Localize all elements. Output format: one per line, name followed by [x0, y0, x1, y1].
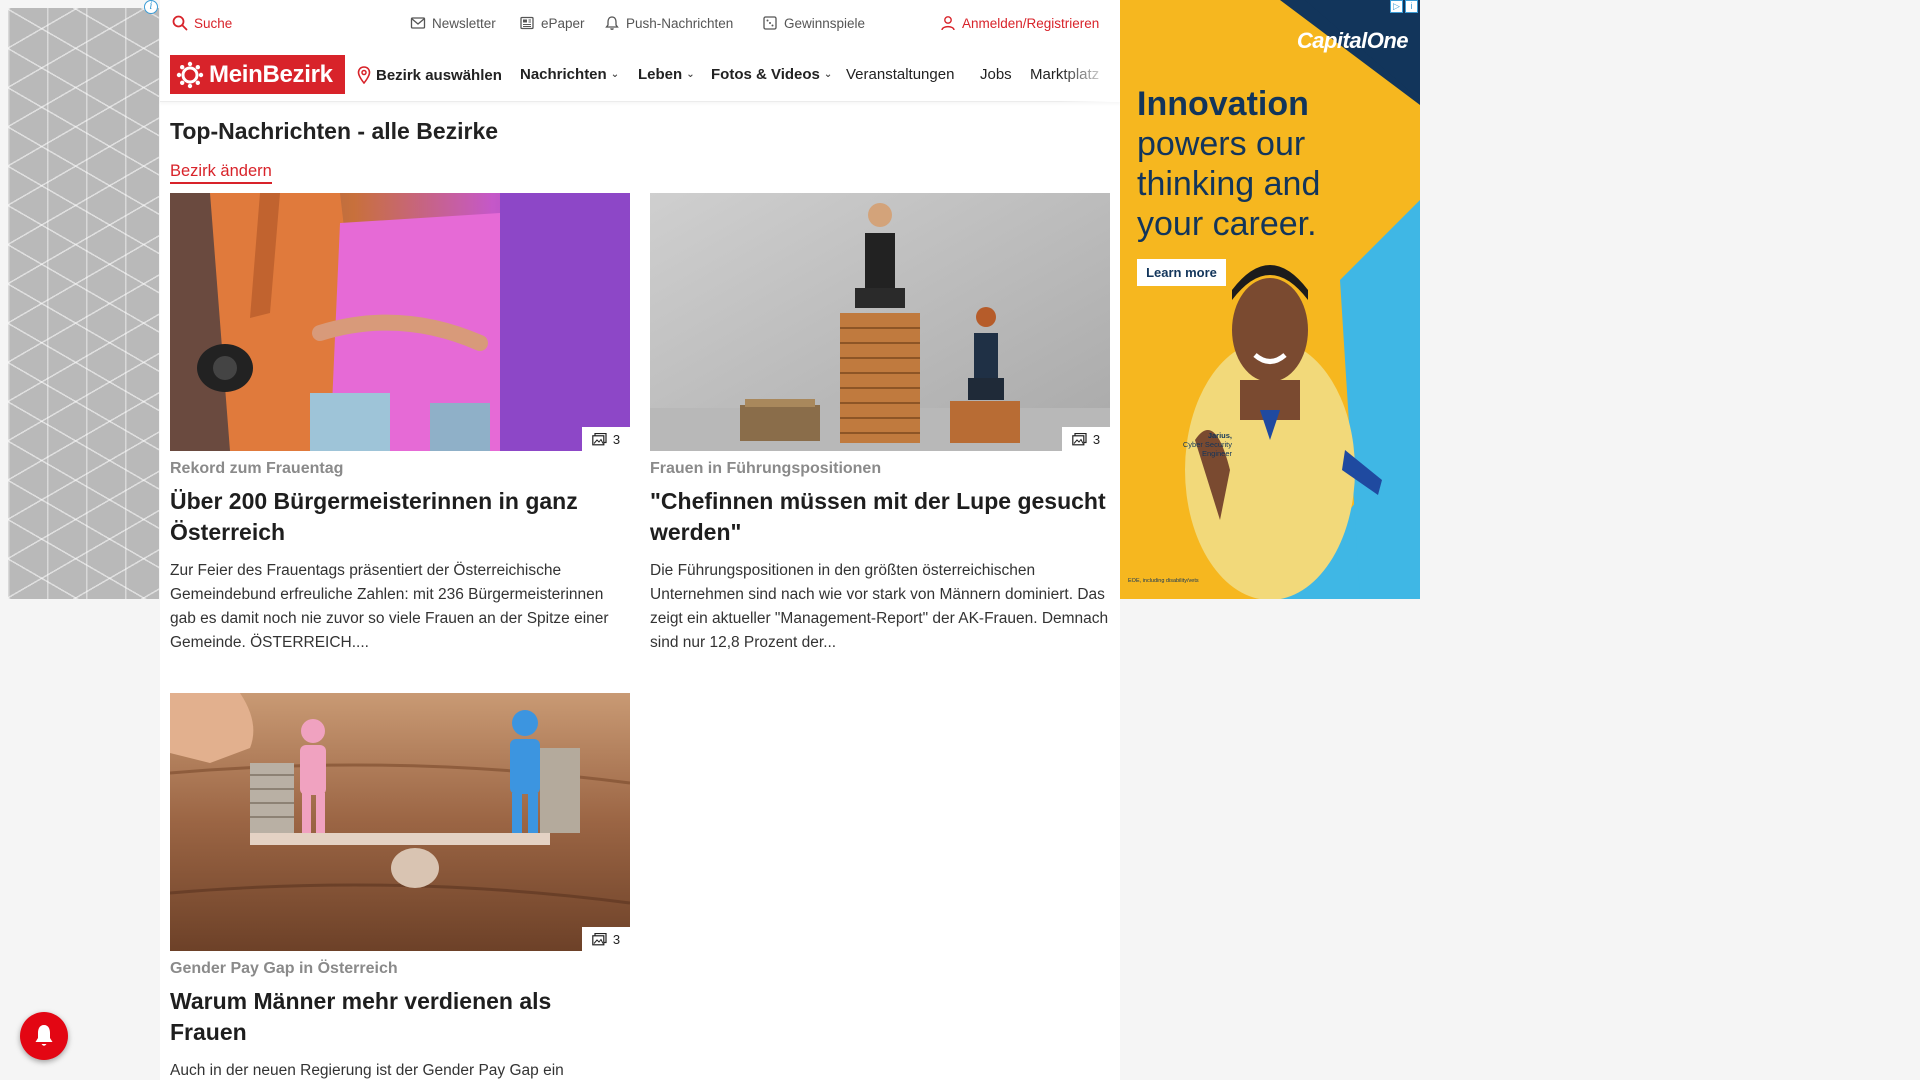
nav-label: Veranstaltungen: [846, 66, 955, 83]
article-image-coin-stacks[interactable]: 3: [650, 193, 1110, 451]
nav-item-leben[interactable]: Leben ⌄: [638, 66, 695, 83]
mail-icon: [410, 17, 426, 29]
article-card[interactable]: 3 Gender Pay Gap in Österreich Warum Män…: [170, 693, 630, 1080]
nav-item-veranstaltungen[interactable]: Veranstaltungen: [846, 66, 954, 83]
gewinnspiele-link[interactable]: Gewinnspiele: [762, 15, 865, 31]
article-photo: [170, 693, 630, 951]
article-kicker: Rekord zum Frauentag: [170, 460, 344, 477]
bell-icon: [35, 1025, 53, 1046]
nav-overflow-fade: [1060, 46, 1120, 102]
ad-person-caption: Jarius, Cyber Security Engineer: [1152, 431, 1232, 458]
newsletter-link[interactable]: Newsletter: [410, 15, 496, 31]
epaper-link[interactable]: ePaper: [519, 15, 585, 31]
chevron-down-icon: ⌄: [686, 69, 695, 80]
ad-headline-bold: Innovation: [1137, 85, 1309, 123]
article-kicker: Gender Pay Gap in Österreich: [170, 960, 398, 977]
article-image-seesaw[interactable]: 3: [170, 693, 630, 951]
article-photo: [650, 193, 1110, 451]
left-skyscraper-ad[interactable]: [8, 8, 159, 599]
nav-item-jobs[interactable]: Jobs: [980, 66, 1012, 83]
article-headline[interactable]: Über 200 Bürgermeisterinnen in ganz Öste…: [170, 486, 630, 548]
chevron-down-icon: ⌄: [610, 69, 620, 80]
meinbezirk-logo[interactable]: MeinBezirk: [170, 55, 345, 94]
gallery-icon: [1072, 432, 1087, 445]
ad-headline: Innovation powers our thinking and your …: [1137, 84, 1377, 244]
location-pin-icon: [357, 66, 371, 84]
login-label: Anmelden/Registrieren: [962, 15, 1100, 31]
chevron-down-icon: ⌄: [823, 69, 833, 80]
article-image-women-hug[interactable]: 3: [170, 193, 630, 451]
article-teaser: Auch in der neuen Regierung ist der Gend…: [170, 1062, 564, 1079]
push-notifications-link[interactable]: Push-Nachrichten: [604, 15, 733, 31]
change-district-link[interactable]: Bezirk ändern: [170, 162, 272, 184]
gallery-icon: [592, 432, 607, 445]
ad-person-role: Cyber Security Engineer: [1182, 440, 1232, 458]
ad-disclaimer: EOE, including disability/vets: [1128, 578, 1199, 584]
article-teaser: Die Führungspositionen in den größten ös…: [650, 562, 1109, 651]
photo-count-badge: 3: [582, 427, 630, 451]
nav-label: Nachrichten: [520, 66, 607, 83]
nav-label: Leben: [638, 66, 683, 83]
notification-bell-button[interactable]: [20, 1012, 68, 1060]
nav-label: Jobs: [980, 66, 1012, 83]
login-link[interactable]: Anmelden/Registrieren: [940, 15, 1099, 31]
push-label: Push-Nachrichten: [626, 15, 734, 31]
nav-item-nachrichten[interactable]: Nachrichten ⌄: [520, 66, 619, 83]
info-icon: i: [1405, 0, 1418, 13]
main-navigation: MeinBezirk Bezirk auswählen Nachrichten …: [160, 46, 1120, 102]
article-headline[interactable]: Warum Männer mehr verdienen als Frauen: [170, 986, 630, 1048]
capital-one-ad[interactable]: ▷ i CapitalOne Innovation powers our thi…: [1120, 0, 1420, 599]
page-title: Top-Nachrichten - alle Bezirke: [170, 118, 499, 144]
article-headline[interactable]: "Chefinnen müssen mit der Lupe gesucht w…: [650, 486, 1110, 548]
photo-count: 3: [1092, 431, 1101, 447]
ad-play-icon: ▷: [1390, 0, 1403, 13]
photo-count-badge: 3: [1062, 427, 1110, 451]
bell-icon: [605, 16, 619, 30]
article-card[interactable]: 3 Frauen in Führungspositionen "Chefinne…: [650, 193, 1110, 655]
article-card[interactable]: 3 Rekord zum Frauentag Über 200 Bürgerme…: [170, 193, 630, 655]
photo-count-badge: 3: [582, 927, 630, 951]
ad-learn-more-button[interactable]: Learn more: [1137, 259, 1226, 286]
article-photo: [170, 193, 630, 451]
ad-info-icon[interactable]: i: [144, 0, 158, 14]
ad-person-name: Jarius,: [1207, 431, 1232, 440]
photo-count: 3: [612, 931, 621, 947]
newspaper-icon: [520, 16, 534, 30]
ad-brand-logo: CapitalOne: [1296, 28, 1409, 53]
search-icon: [172, 15, 188, 31]
ad-headline-rest: powers our thinking and your career.: [1137, 125, 1321, 243]
utility-bar: Suche Newsletter ePaper Push-Nachrichten…: [160, 0, 1120, 46]
search-label: Suche: [194, 15, 233, 31]
article-kicker: Frauen in Führungspositionen: [650, 460, 882, 477]
adchoices-icon[interactable]: ▷ i: [1390, 0, 1418, 13]
search-link[interactable]: Suche: [172, 15, 232, 31]
photo-count: 3: [612, 431, 621, 447]
nav-item-fotos-videos[interactable]: Fotos & Videos ⌄: [711, 66, 832, 83]
gift-icon: [763, 16, 777, 30]
newsletter-label: Newsletter: [432, 15, 496, 31]
sun-logo-icon: [176, 61, 204, 88]
select-district-label: Bezirk auswählen: [376, 66, 502, 84]
logo-text: MeinBezirk: [209, 60, 333, 88]
epaper-label: ePaper: [541, 15, 585, 31]
select-district-button[interactable]: Bezirk auswählen: [356, 66, 502, 84]
user-icon: [941, 16, 955, 31]
nav-label: Fotos & Videos: [711, 66, 820, 83]
article-teaser: Zur Feier des Frauentags präsentiert der…: [170, 562, 609, 651]
gewinnspiele-label: Gewinnspiele: [784, 15, 866, 31]
gallery-icon: [592, 932, 607, 945]
main-column: Suche Newsletter ePaper Push-Nachrichten…: [160, 0, 1120, 1080]
